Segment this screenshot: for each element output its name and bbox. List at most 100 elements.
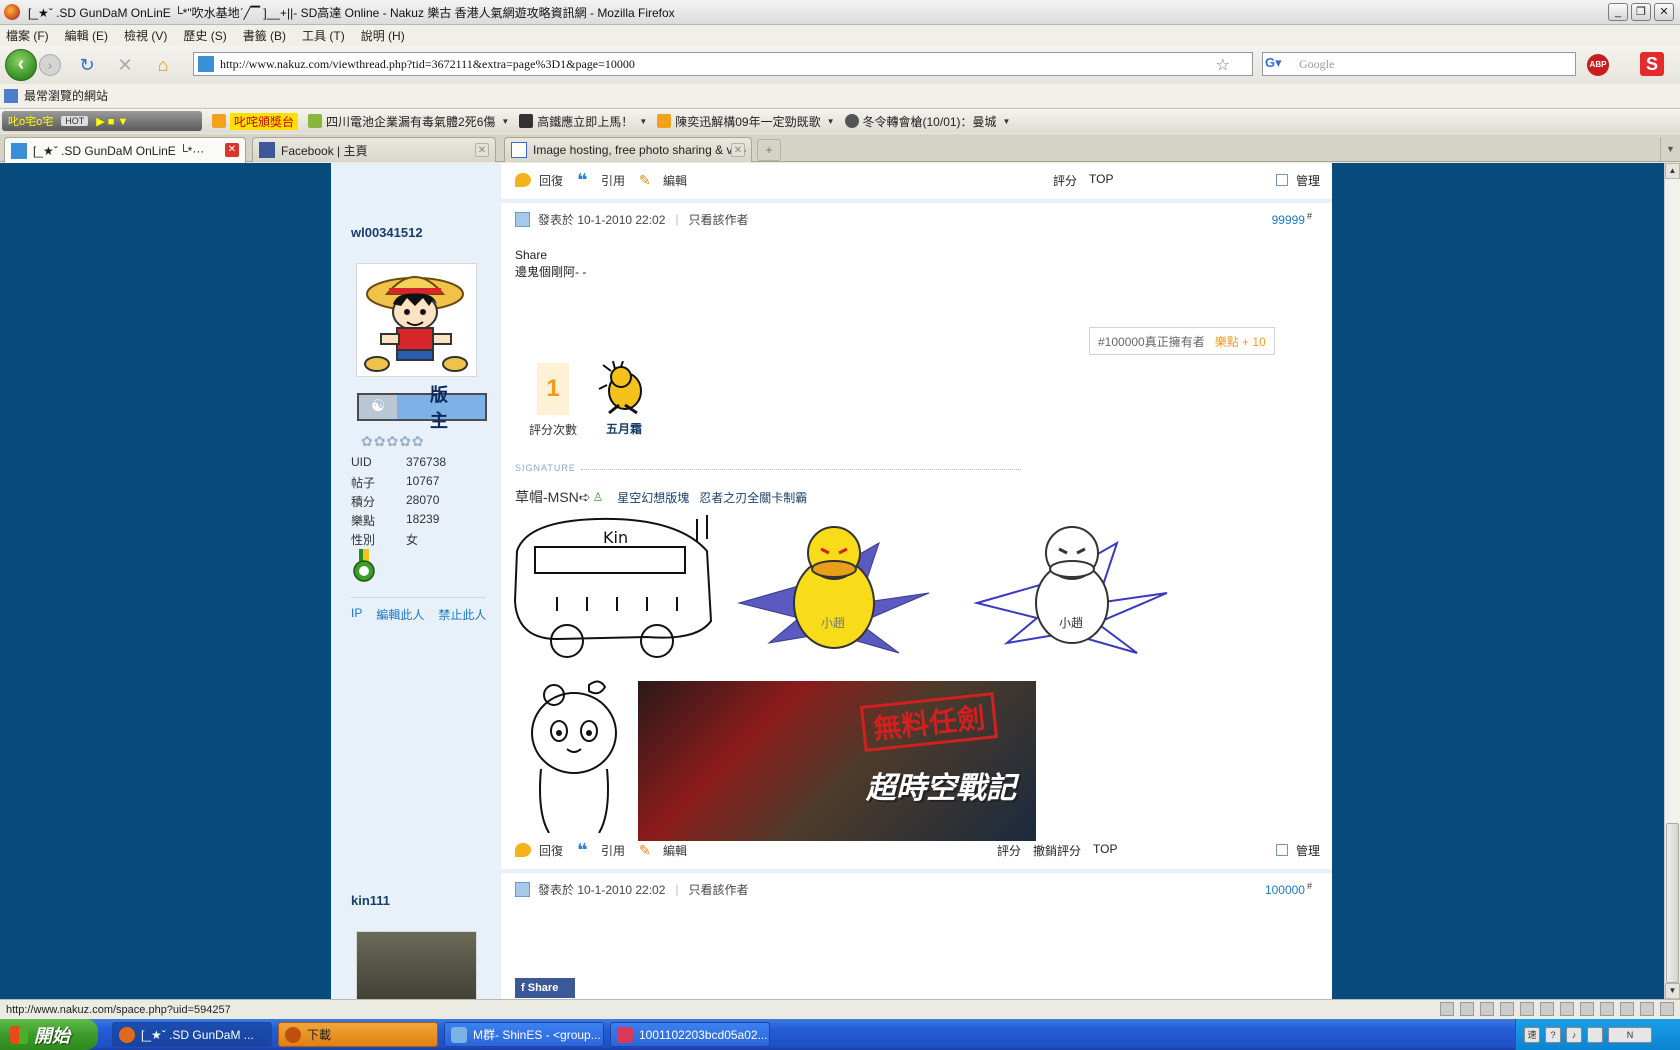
taskbar-item-firefox[interactable]: [_★ˇ .SD GunDaM ... — [112, 1022, 272, 1047]
quote-button[interactable]: ❝ 引用 — [577, 171, 625, 189]
post-floor-number[interactable]: 100000 # — [1265, 881, 1312, 897]
menu-help[interactable]: 說明 (H) — [361, 27, 405, 44]
chevron-down-icon[interactable]: ▼ — [1003, 117, 1011, 126]
ban-user-link[interactable]: 禁止此人 — [438, 606, 486, 623]
url-bar[interactable]: http://www.nakuz.com/viewthread.php?tid=… — [193, 52, 1253, 76]
maximize-button[interactable]: ❐ — [1631, 3, 1651, 21]
nakuz-tray-icon[interactable]: N — [1608, 1026, 1652, 1043]
manage-checkbox[interactable]: 管理 — [1275, 842, 1320, 859]
forward-button[interactable]: › — [39, 54, 61, 76]
hot-badge[interactable]: HOT — [61, 116, 89, 126]
tab-list-button[interactable]: ▼ — [1660, 137, 1680, 161]
home-icon[interactable]: ⌂ — [151, 53, 175, 77]
reply-button[interactable]: 回復 — [515, 172, 563, 189]
share-text[interactable]: Share — [515, 247, 586, 264]
close-tab-icon[interactable]: ✕ — [475, 143, 489, 157]
tab-sd-gundam[interactable]: [_★ˇ .SD GunDaM OnLinE └*··· ✕ — [4, 137, 246, 163]
menu-tools[interactable]: 工具 (T) — [302, 27, 345, 44]
addon-icon[interactable] — [1640, 1002, 1654, 1016]
bookmark-most-visited[interactable]: 最常瀏覽的網站 — [24, 87, 108, 104]
quote-button[interactable]: ❝ 引用 — [577, 841, 625, 859]
tab-facebook[interactable]: Facebook | 主頁 ✕ — [252, 137, 496, 162]
back-button[interactable]: ‹ — [5, 49, 37, 81]
tools-icon[interactable] — [1600, 1002, 1614, 1016]
chevron-down-icon[interactable]: ▼ — [501, 117, 509, 126]
print-icon[interactable] — [1520, 1002, 1534, 1016]
game-banner-image[interactable]: 無料任劍 超時空戰記 — [638, 681, 1036, 841]
tab-image-hosting[interactable]: Image hosting, free photo sharing & vi··… — [504, 137, 752, 162]
search-box[interactable]: G▾ Google — [1262, 52, 1576, 76]
network-icon[interactable] — [1480, 1002, 1494, 1016]
checkbox-icon[interactable] — [1275, 844, 1288, 856]
close-tab-icon[interactable]: ✕ — [225, 143, 239, 157]
avatar[interactable] — [356, 931, 477, 999]
rate-link[interactable]: 評分 — [997, 842, 1021, 859]
edit-user-link[interactable]: 編輯此人 — [376, 606, 424, 623]
rater-avatar[interactable] — [597, 360, 649, 415]
facebook-share-button[interactable]: f Share — [515, 978, 575, 998]
toolbar-item-news1[interactable]: 四川電池企業漏有毒氣體2死6傷 ▼ — [308, 113, 509, 130]
medal-icon[interactable] — [353, 549, 375, 583]
menu-edit[interactable]: 編輯 (E) — [65, 27, 108, 44]
manage-checkbox[interactable]: 管理 — [1275, 172, 1320, 189]
reply-button[interactable]: 回復 — [515, 842, 563, 859]
rater-name[interactable]: 五月霜 — [606, 420, 642, 437]
sync-icon[interactable] — [1660, 1002, 1674, 1016]
chevron-down-icon[interactable]: ▼ — [827, 117, 835, 126]
minimize-button[interactable]: _ — [1608, 3, 1628, 21]
ime-icon[interactable]: 速 — [1524, 1026, 1540, 1043]
post-author-name[interactable]: kin111 — [351, 893, 390, 908]
menu-bookmarks[interactable]: 書籤 (B) — [243, 27, 286, 44]
ip-link[interactable]: IP — [351, 606, 362, 623]
play-icon[interactable]: ▶ ■ ▼ — [96, 115, 128, 128]
start-button[interactable]: 開始 — [0, 1019, 98, 1050]
volume-icon[interactable]: ♪ — [1566, 1026, 1582, 1043]
toolbar-item-music[interactable]: 陳奕迅解構09年一定勁既歌 ▼ — [657, 113, 835, 130]
edit-button[interactable]: ✎ 編輯 — [639, 842, 687, 859]
toolbar-item-football[interactable]: 冬令轉會槍(10/01)：曼城 ▼ — [844, 113, 1011, 130]
taskbar-item-download[interactable]: 下載 — [278, 1022, 438, 1047]
chart-icon[interactable] — [1580, 1002, 1594, 1016]
save-icon[interactable] — [1500, 1002, 1514, 1016]
chevron-down-icon[interactable]: ▼ — [639, 117, 647, 126]
google-icon[interactable]: G▾ — [1265, 55, 1287, 73]
adblock-plus-button[interactable]: ABP — [1587, 54, 1609, 76]
reload-icon[interactable]: ↻ — [75, 53, 99, 77]
edit-button[interactable]: ✎ 編輯 — [639, 172, 687, 189]
new-tab-button[interactable]: + — [757, 139, 781, 161]
taskbar-item-image[interactable]: 1001102203bcd05a02... — [610, 1022, 770, 1047]
only-author-link[interactable]: 只看該作者 — [689, 211, 749, 228]
menu-history[interactable]: 歷史 (S) — [183, 27, 226, 44]
scroll-up-icon[interactable]: ▲ — [1665, 163, 1680, 179]
image-icon[interactable] — [1560, 1002, 1574, 1016]
avatar[interactable] — [356, 263, 477, 377]
close-button[interactable]: ✕ — [1654, 3, 1674, 21]
help-icon[interactable]: ? — [1545, 1026, 1561, 1043]
signature-link-ninja[interactable]: 忍者之刃全關卡制霸 — [699, 489, 807, 506]
close-tab-icon[interactable]: ✕ — [731, 143, 745, 157]
only-author-link[interactable]: 只看該作者 — [689, 881, 749, 898]
s-extension-button[interactable]: S — [1640, 52, 1664, 76]
toolbar-item-news2[interactable]: 高鐵應立即上馬！ ▼ — [519, 113, 647, 130]
security-icon[interactable] — [1620, 1002, 1634, 1016]
post-author-name[interactable]: wl00341512 — [351, 225, 423, 240]
vertical-scrollbar[interactable]: ▲ ▼ — [1664, 163, 1680, 999]
toolbar-item-award[interactable]: 叱咤頒獎台 — [212, 112, 299, 130]
top-link[interactable]: TOP — [1089, 172, 1113, 189]
pencil-icon[interactable] — [1460, 1002, 1474, 1016]
taskbar-item-msn[interactable]: M群- ShinES - <group... — [444, 1022, 604, 1047]
page-icon[interactable] — [1440, 1002, 1454, 1016]
radio-player[interactable]: 叱o宅o宅 HOT ▶ ■ ▼ — [2, 111, 202, 131]
post-floor-number[interactable]: 99999 # — [1272, 211, 1312, 227]
undo-rate-link[interactable]: 撤銷評分 — [1033, 842, 1081, 859]
checkbox-icon[interactable] — [1275, 174, 1288, 186]
stop-icon[interactable]: ✕ — [113, 53, 137, 77]
top-link[interactable]: TOP — [1093, 842, 1117, 859]
menu-view[interactable]: 檢視 (V) — [124, 27, 167, 44]
download-icon[interactable] — [1540, 1002, 1554, 1016]
signature-link-star[interactable]: 星空幻想版塊 — [617, 489, 689, 506]
rate-link[interactable]: 評分 — [1053, 172, 1077, 189]
menu-file[interactable]: 檔案 (F) — [6, 27, 49, 44]
bookmark-star-icon[interactable]: ☆ — [1216, 55, 1230, 75]
scroll-thumb[interactable] — [1666, 823, 1679, 983]
